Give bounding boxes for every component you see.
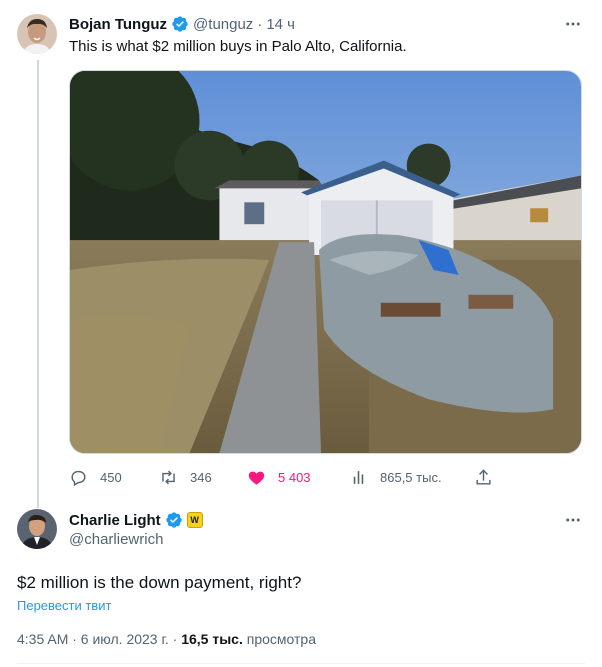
reply-metadata: 4:35 AM · 6 июл. 2023 г. · 16,5 тыс. про…: [17, 631, 316, 647]
tweet-actions-bar: 450 346 5 403 865,5 тыс.: [69, 465, 499, 489]
share-button[interactable]: [474, 465, 505, 489]
reply-views-count: 16,5 тыс.: [181, 631, 243, 647]
thread-connector-line: [37, 60, 39, 508]
reply-views-label: просмотра: [242, 631, 316, 647]
like-count: 5 403: [278, 469, 311, 485]
tweet-text: This is what $2 million buys in Palo Alt…: [69, 38, 407, 55]
divider: [17, 663, 585, 664]
more-options-icon[interactable]: [561, 510, 585, 530]
like-button[interactable]: 5 403: [247, 465, 311, 489]
separator-dot: ·: [257, 15, 263, 33]
heart-filled-icon: [248, 471, 265, 485]
verified-badge-icon: [165, 512, 182, 528]
tweet-photo[interactable]: [69, 70, 582, 454]
views-chart-icon: [353, 470, 364, 484]
reply-count: 450: [100, 469, 122, 485]
reply-header: Charlie Light W: [69, 510, 203, 530]
avatar[interactable]: [17, 14, 57, 54]
author-handle[interactable]: @charliewrich: [69, 531, 163, 548]
tweet-header: Bojan Tunguz @tunguz · 14 ч: [69, 14, 295, 34]
tweet-time[interactable]: 14 ч: [266, 16, 295, 33]
share-icon: [476, 468, 491, 485]
translate-tweet-link[interactable]: Перевести твит: [17, 598, 111, 613]
reply-text: $2 million is the down payment, right?: [17, 573, 302, 592]
retweet-button[interactable]: 346: [159, 465, 212, 489]
reply-button[interactable]: 450: [69, 465, 122, 489]
verified-badge-icon: [172, 16, 188, 32]
reply-timestamp[interactable]: 4:35 AM · 6 июл. 2023 г. ·: [17, 631, 181, 647]
author-handle[interactable]: @tunguz: [193, 16, 253, 33]
author-name[interactable]: Bojan Tunguz: [69, 16, 167, 33]
views-count: 865,5 тыс.: [380, 469, 442, 485]
retweet-count: 346: [190, 469, 212, 485]
retweet-icon: [162, 470, 175, 484]
author-name[interactable]: Charlie Light: [69, 512, 161, 529]
affiliate-badge-icon: W: [186, 512, 203, 528]
house-photo-image: [70, 71, 581, 453]
avatar[interactable]: [17, 509, 57, 549]
views-button[interactable]: 865,5 тыс.: [349, 465, 442, 489]
reply-icon: [71, 470, 86, 486]
more-options-icon[interactable]: [561, 14, 585, 34]
